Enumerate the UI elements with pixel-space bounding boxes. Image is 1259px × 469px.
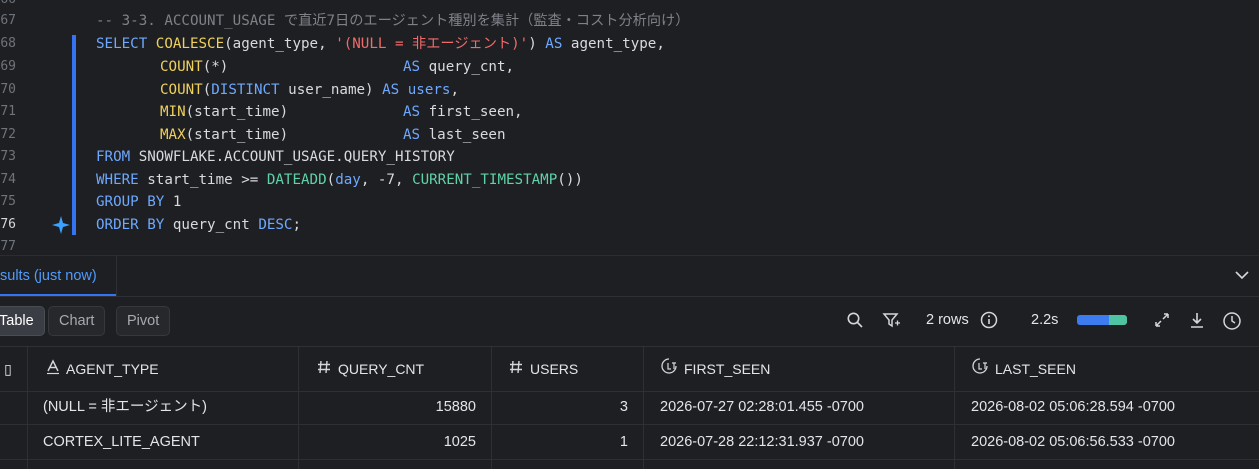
cell-query-cnt[interactable]: 15880 [300,390,476,424]
code-line: 76 ORDER BY query_cnt DESC; [0,214,1259,236]
number-type-icon [316,348,332,392]
line-number: 74 [0,172,16,187]
table-row[interactable]: CORTEX_LITE_AGENT 1025 1 2026-07-28 22:1… [0,425,1259,460]
sql-comment: -- 3-3. ACCOUNT_USAGE で直近7日のエージェント種別を集計（… [96,13,690,29]
column-header-last-seen[interactable]: LAST_SEEN [971,347,1076,391]
column-header-first-seen[interactable]: FIRST_SEEN [660,347,770,391]
code-text: COUNT(*) [160,59,229,75]
code-text: ORDER BY query_cnt DESC; [96,217,302,233]
timestamp-type-icon [660,348,678,392]
row-count: 2 rows [926,312,969,328]
code-line: 70 COUNT(DISTINCT user_name) AS users, [0,79,1259,101]
results-toolbar: Table Chart Pivot 2 rows 2.2s [0,304,1259,336]
line-number: 71 [0,104,16,119]
code-text: MIN(start_time) [160,104,289,120]
code-text: GROUP BY 1 [96,194,182,210]
line-number: 69 [0,59,16,74]
divider [0,296,1259,297]
cell-agent-type[interactable]: (NULL = 非エージェント) [43,390,207,424]
expand-icon[interactable] [1153,311,1171,329]
sql-editor[interactable]: 66 67 -- 3-3. ACCOUNT_USAGE で直近7日のエージェント… [0,0,1259,255]
cell-first-seen[interactable]: 2026-07-27 02:28:01.455 -0700 [660,390,864,424]
line-number: 72 [0,127,16,142]
line-number: 76 [0,217,16,232]
column-header-agent-type[interactable]: AGENT_TYPE [46,347,159,391]
line-number: 73 [0,149,16,164]
view-tab-chart[interactable]: Chart [48,306,106,336]
column-header-users[interactable]: USERS [508,347,578,391]
results-tab[interactable]: sults (just now) [0,256,111,296]
code-text: AS last_seen [403,127,506,143]
view-tab-pivot[interactable]: Pivot [116,306,171,336]
line-number: 67 [0,13,16,28]
results-table: ▯ AGENT_TYPE QUERY_CNT USERS FIRST_SEEN … [0,346,1259,469]
query-duration: 2.2s [1031,312,1059,328]
row-index-header: ▯ [4,361,12,377]
cell-users[interactable]: 1 [493,425,628,459]
timestamp-type-icon [971,348,989,392]
code-line: 75 GROUP BY 1 [0,191,1259,213]
line-number: 75 [0,194,16,209]
filter-icon[interactable] [882,311,900,329]
code-text: MAX(start_time) [160,127,289,143]
download-icon[interactable] [1188,311,1206,329]
duration-bar [1077,315,1127,325]
table-header: ▯ AGENT_TYPE QUERY_CNT USERS FIRST_SEEN … [0,346,1259,392]
code-line: 77 [0,236,1259,255]
code-line: 72 MAX(start_time) AS last_seen [0,124,1259,146]
ai-sparkle-icon[interactable] [51,215,70,235]
line-number: 77 [0,239,16,254]
history-icon[interactable] [1222,311,1241,330]
code-line: 71 MIN(start_time) AS first_seen, [0,101,1259,123]
line-number: 70 [0,82,16,97]
code-line: 74 WHERE start_time >= DATEADD(day, -7, … [0,169,1259,191]
code-line: 69 COUNT(*) AS query_cnt, [0,56,1259,78]
cell-last-seen[interactable]: 2026-08-02 05:06:56.533 -0700 [971,425,1175,459]
view-tab-table[interactable]: Table [0,306,45,336]
results-panel: sults (just now) Table Chart Pivot 2 row… [0,255,1259,469]
code-text: FROM SNOWFLAKE.ACCOUNT_USAGE.QUERY_HISTO… [96,149,455,165]
table-row[interactable]: (NULL = 非エージェント) 15880 3 2026-07-27 02:2… [0,390,1259,425]
code-text: SELECT COALESCE(agent_type, '(NULL = 非エー… [96,36,665,52]
column-header-query-cnt[interactable]: QUERY_CNT [316,347,424,391]
cell-agent-type[interactable]: CORTEX_LITE_AGENT [43,425,200,459]
cell-query-cnt[interactable]: 1025 [300,425,476,459]
chevron-down-icon[interactable] [1233,266,1251,284]
code-text: AS query_cnt, [403,59,515,75]
tab-separator [116,256,117,296]
code-text: WHERE start_time >= DATEADD(day, -7, CUR… [96,172,583,188]
info-icon[interactable] [980,311,998,329]
number-type-icon [508,348,524,392]
code-text: COUNT(DISTINCT user_name) AS users, [160,82,460,98]
cell-last-seen[interactable]: 2026-08-02 05:06:28.594 -0700 [971,390,1175,424]
cell-users[interactable]: 3 [493,390,628,424]
line-number: 68 [0,36,16,51]
code-line: 73 FROM SNOWFLAKE.ACCOUNT_USAGE.QUERY_HI… [0,146,1259,168]
code-line: 67 -- 3-3. ACCOUNT_USAGE で直近7日のエージェント種別を… [0,10,1259,32]
text-type-icon [46,348,60,392]
cell-first-seen[interactable]: 2026-07-28 22:12:31.937 -0700 [660,425,864,459]
code-text: AS first_seen, [403,104,523,120]
code-line: 68 SELECT COALESCE(agent_type, '(NULL = … [0,33,1259,55]
search-icon[interactable] [846,311,864,329]
